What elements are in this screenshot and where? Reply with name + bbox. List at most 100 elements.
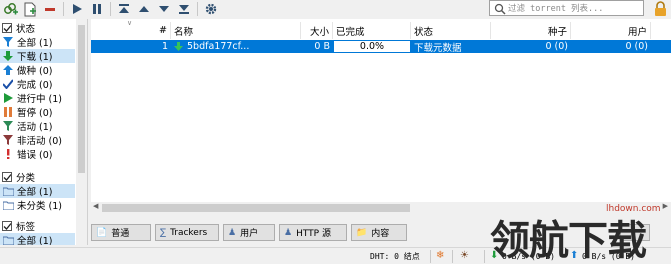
tracker-icon: ∑ [160,227,167,238]
tab-peers[interactable]: ♟ 用户 [223,224,275,241]
play-icon [2,92,14,104]
column-header-size[interactable]: 大小 [301,22,333,39]
add-torrent-file-button[interactable] [20,1,40,18]
move-top-button[interactable] [114,1,134,18]
move-top-icon [119,4,129,13]
category-header-label: 分类 [16,173,36,184]
downloading-arrow-icon [174,42,183,51]
watermark-text: 领航下载 [490,218,647,264]
sidebar-item-label: 下载 (1) [17,52,53,63]
options-button[interactable] [201,1,221,18]
sidebar-item-label: 全部 (1) [17,38,53,49]
status-separator [452,250,453,263]
move-up-button[interactable] [134,1,154,18]
row-name-text: 5bdfa177cf... [187,41,250,52]
column-header-progress[interactable]: 已完成 [333,22,411,39]
row-status: 下载元数据 [414,42,462,54]
alt-speed-icon[interactable]: ☀ [460,250,469,261]
gear-icon [205,3,217,15]
sort-indicator-icon: ∨ [127,19,133,27]
status-header[interactable]: 状态 [0,21,75,35]
arrow-down-icon [2,50,14,62]
category-item-label: 全部 (1) [17,187,53,198]
torrent-list: ∨ # 名称 大小 已完成 状态 种子 用户 1 5bdfa177cf... 0… [91,19,671,214]
exclamation-icon [2,148,14,160]
scrollbar-thumb[interactable] [102,204,410,212]
qbittorrent-window: 过滤 torrent 列表... 状态 全部 (1) 下载 (1) 做种 (0)… [0,0,671,264]
row-num: 1 [161,41,168,52]
sidebar-item-label: 做种 (0) [17,66,53,77]
sidebar-item-label: 非活动 (0) [17,136,62,147]
tab-trackers[interactable]: ∑ Trackers [155,224,219,241]
folder-icon [2,185,14,197]
arrow-up-icon [139,6,149,12]
folder-icon [2,234,14,245]
info-icon: 📄 [96,227,108,238]
lock-icon [655,1,666,16]
resume-button[interactable] [67,1,87,18]
remove-button[interactable] [40,1,60,18]
tab-content[interactable]: 📁 内容 [351,224,407,241]
row-seeds: 0 (0) [545,41,568,52]
sidebar-item-running[interactable]: 进行中 (1) [0,91,75,105]
check-icon [2,78,14,90]
sidebar-item-seeding[interactable]: 做种 (0) [0,63,75,77]
sidebar-item-active[interactable]: 活动 (1) [0,119,75,133]
sidebar-item-downloading[interactable]: 下载 (1) [0,49,75,63]
lock-button[interactable] [652,0,669,17]
sidebar-item-label: 进行中 (1) [17,94,62,105]
sidebar-item-all[interactable]: 全部 (1) [0,35,75,49]
sidebar-scrollbar[interactable] [76,19,87,245]
tag-item-all[interactable]: 全部 (1) [0,233,75,245]
tab-label: 用户 [240,229,259,239]
tag-item-label: 全部 (1) [17,236,53,245]
row-peers: 0 (0) [625,41,648,52]
filter-icon [2,120,14,132]
table-row[interactable]: 1 5bdfa177cf... 0 B 0.0% 下载元数据 0 (0) 0 (… [91,40,671,53]
sidebar-item-paused[interactable]: 暂停 (0) [0,105,75,119]
search-input[interactable]: 过滤 torrent 列表... [489,0,644,16]
arrow-down-icon [159,6,169,12]
category-item-all[interactable]: 全部 (1) [0,184,75,198]
minus-icon [45,8,55,11]
connection-status-icon[interactable]: ❄ [436,250,444,261]
folder-icon [2,199,14,211]
checkbox-icon[interactable] [2,172,12,182]
sidebar-item-completed[interactable]: 完成 (0) [0,77,75,91]
sidebar-item-inactive[interactable]: 非活动 (0) [0,133,75,147]
scroll-left-arrow-icon[interactable]: ◀ [93,202,98,210]
move-bottom-button[interactable] [174,1,194,18]
pause-button[interactable] [87,1,107,18]
sidebar-item-label: 暂停 (0) [17,108,53,119]
tab-label: 普通 [111,229,130,239]
tags-header-label: 标签 [16,222,36,233]
move-bottom-icon [179,5,189,14]
tab-general[interactable]: 📄 普通 [91,224,151,241]
scrollbar-thumb[interactable] [78,25,85,173]
link-add-icon [3,3,18,15]
tags-header[interactable]: 标签 [0,219,75,233]
sidebar-item-label: 完成 (0) [17,80,53,91]
column-header-name[interactable]: 名称 [171,22,301,39]
checkbox-icon[interactable] [2,23,12,33]
tab-http-sources[interactable]: ♟ HTTP 源 [279,224,347,241]
status-separator [430,250,431,263]
column-header-status[interactable]: 状态 [411,22,491,39]
folder-icon: 📁 [356,227,368,238]
tab-label: 内容 [371,229,390,239]
row-name: 5bdfa177cf... [171,40,301,53]
category-header[interactable]: 分类 [0,170,75,184]
toolbar-separator [63,2,64,16]
category-item-uncategorized[interactable]: 未分类 (1) [0,198,75,212]
column-header-seeds[interactable]: 种子 [491,22,571,39]
move-down-button[interactable] [154,1,174,18]
sidebar-item-label: 错误 (0) [17,150,53,161]
search-placeholder: 过滤 torrent 列表... [508,4,604,14]
column-header-peers[interactable]: 用户 [571,22,651,39]
sidebar-item-errored[interactable]: 错误 (0) [0,147,75,161]
checkbox-icon[interactable] [2,221,12,231]
http-icon: ♟ [284,227,293,238]
status-header-label: 状态 [16,24,36,35]
add-torrent-link-button[interactable] [0,1,20,18]
file-add-icon [24,2,36,16]
